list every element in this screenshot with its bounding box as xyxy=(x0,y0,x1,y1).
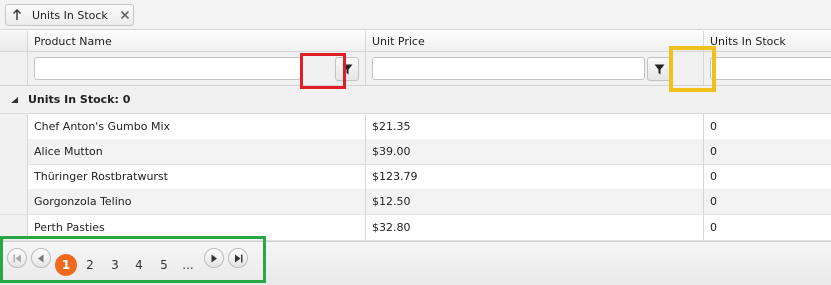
last-page-icon xyxy=(234,254,242,262)
group-header-row[interactable]: Units In Stock: 0 xyxy=(0,86,831,114)
pager: 1 2 3 4 5 ... xyxy=(0,241,831,285)
units-in-stock-cell[interactable]: 0 xyxy=(704,164,831,189)
group-chip-units-in-stock[interactable]: Units In Stock xyxy=(5,4,134,26)
row-indent-cell xyxy=(0,164,28,189)
close-icon[interactable] xyxy=(117,7,133,23)
header-indent-cell xyxy=(0,31,28,51)
page-number-current[interactable]: 1 xyxy=(55,254,77,276)
product-name-cell[interactable]: Thüringer Rostbratwurst xyxy=(28,164,366,189)
unit-price-cell[interactable]: $39.00 xyxy=(366,139,704,164)
row-indent-cell xyxy=(0,189,28,214)
row-indent-cell xyxy=(0,114,28,139)
first-page-button[interactable] xyxy=(7,248,27,268)
next-page-icon xyxy=(211,254,217,262)
group-label: Units In Stock: 0 xyxy=(28,93,131,106)
row-indent-cell xyxy=(0,139,28,164)
group-panel: Units In Stock xyxy=(0,0,831,30)
filter-row xyxy=(0,52,831,86)
table-row[interactable]: Chef Anton's Gumbo Mix $21.35 0 xyxy=(0,114,831,140)
page-number[interactable]: 4 xyxy=(128,254,150,276)
units-in-stock-cell[interactable]: 0 xyxy=(704,215,831,240)
unit-price-cell[interactable]: $32.80 xyxy=(366,215,704,240)
units-in-stock-cell[interactable]: 0 xyxy=(704,139,831,164)
first-page-icon xyxy=(13,254,21,262)
table-row[interactable]: Perth Pasties $32.80 0 xyxy=(0,215,831,241)
units-in-stock-filter-input[interactable] xyxy=(710,57,831,80)
units-in-stock-cell[interactable]: 0 xyxy=(704,189,831,214)
table-row[interactable]: Thüringer Rostbratwurst $123.79 0 xyxy=(0,164,831,190)
funnel-icon xyxy=(654,64,664,74)
previous-page-button[interactable] xyxy=(31,248,51,268)
filter-cell-product-name xyxy=(28,52,366,85)
unit-price-cell[interactable]: $123.79 xyxy=(366,164,704,189)
header-row: Product Name Unit Price Units In Stock xyxy=(0,31,831,52)
product-name-cell[interactable]: Gorgonzola Telino xyxy=(28,189,366,214)
product-name-cell[interactable]: Alice Mutton xyxy=(28,139,366,164)
column-header-units-in-stock[interactable]: Units In Stock xyxy=(704,31,831,51)
column-header-unit-price[interactable]: Unit Price xyxy=(366,31,704,51)
unit-price-filter-input[interactable] xyxy=(372,57,645,80)
product-name-filter-input[interactable] xyxy=(34,57,301,80)
column-header-product-name[interactable]: Product Name xyxy=(28,31,366,51)
units-in-stock-cell[interactable]: 0 xyxy=(704,114,831,139)
filter-cell-unit-price xyxy=(366,52,704,85)
collapse-triangle-icon[interactable] xyxy=(0,96,28,103)
product-name-filter-button[interactable] xyxy=(335,57,359,81)
product-name-cell[interactable]: Perth Pasties xyxy=(28,215,366,240)
previous-page-icon xyxy=(38,254,44,262)
group-chip-label: Units In Stock xyxy=(32,8,108,22)
next-page-button[interactable] xyxy=(204,248,224,268)
arrow-up-icon[interactable] xyxy=(9,5,25,25)
filter-indent-cell xyxy=(0,52,28,85)
table-row[interactable]: Alice Mutton $39.00 0 xyxy=(0,139,831,165)
row-indent-cell xyxy=(0,215,28,240)
unit-price-cell[interactable]: $12.50 xyxy=(366,189,704,214)
funnel-icon xyxy=(342,64,352,74)
product-name-cell[interactable]: Chef Anton's Gumbo Mix xyxy=(28,114,366,139)
last-page-button[interactable] xyxy=(228,248,248,268)
table-row[interactable]: Gorgonzola Telino $12.50 0 xyxy=(0,189,831,215)
unit-price-cell[interactable]: $21.35 xyxy=(366,114,704,139)
page-ellipsis[interactable]: ... xyxy=(177,254,199,276)
page-number[interactable]: 3 xyxy=(104,254,126,276)
unit-price-filter-button[interactable] xyxy=(647,57,671,81)
filter-cell-units-in-stock xyxy=(704,52,831,85)
page-number[interactable]: 2 xyxy=(79,254,101,276)
page-number[interactable]: 5 xyxy=(153,254,175,276)
